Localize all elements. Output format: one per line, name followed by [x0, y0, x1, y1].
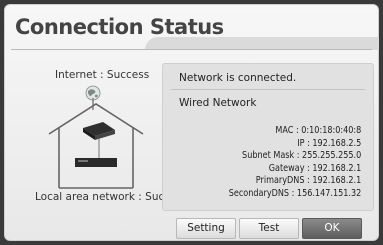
- internet-status-label: Internet : Success: [55, 69, 150, 81]
- primary-dns-row: PrimaryDNS : 192.168.2.1: [255, 175, 361, 186]
- ok-button[interactable]: OK: [302, 218, 362, 239]
- mac-address-row: MAC : 0:10:18:0:40:8: [275, 125, 361, 136]
- house-network-icon: [48, 98, 144, 189]
- dialog-title: Connection Status: [15, 15, 224, 39]
- test-button[interactable]: Test: [239, 218, 299, 239]
- connection-status-dialog: Connection Status Internet : Success Loc…: [4, 4, 379, 241]
- subnet-mask-row: Subnet Mask : 255.255.255.0: [241, 150, 361, 161]
- title-divider: [11, 49, 372, 50]
- setting-button[interactable]: Setting: [176, 218, 236, 239]
- connection-status-text: Network is connected.: [179, 72, 297, 84]
- ip-address-row: IP : 192.168.2.5: [296, 137, 361, 149]
- connection-info-panel: Network is connected. Wired Network MAC …: [162, 63, 374, 211]
- panel-divider: [171, 89, 365, 90]
- network-type-text: Wired Network: [179, 97, 257, 109]
- secondary-dns-row: SecondaryDNS : 156.147.151.32: [228, 187, 361, 199]
- gateway-row: Gateway : 192.168.2.1: [268, 162, 361, 174]
- network-details: MAC : 0:10:18:0:40:8 IP : 192.168.2.5 Su…: [214, 125, 361, 200]
